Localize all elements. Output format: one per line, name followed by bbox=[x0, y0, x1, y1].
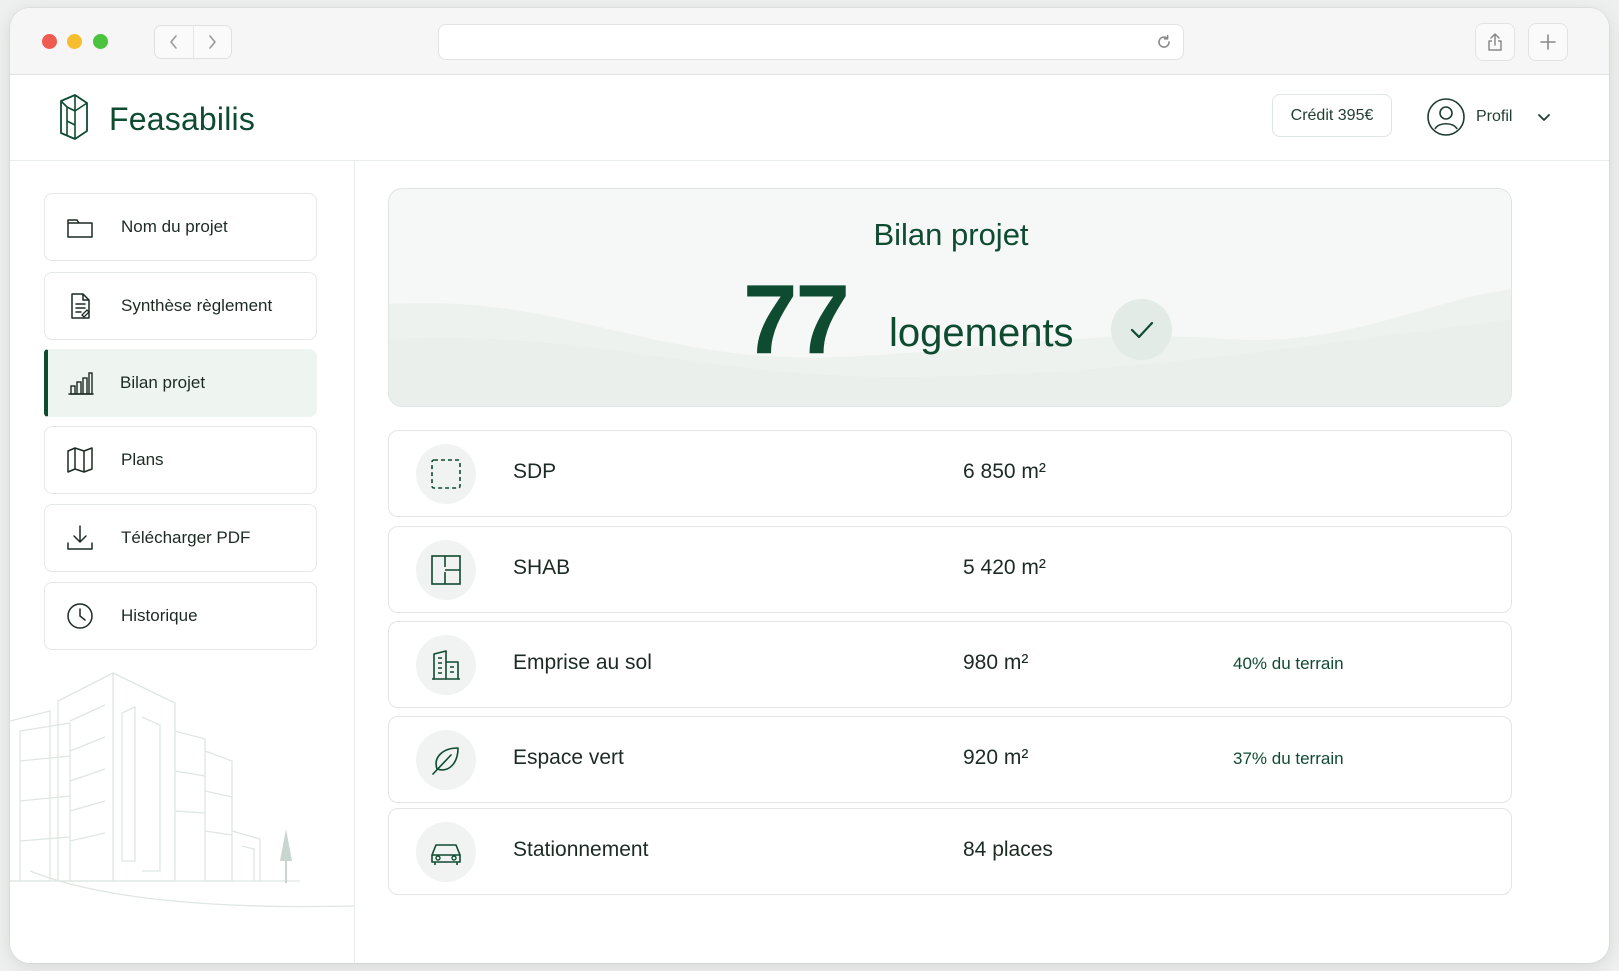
sidebar-item-label: Bilan projet bbox=[120, 373, 206, 392]
bar-chart-icon bbox=[68, 372, 94, 395]
metric-label: Stationnement bbox=[513, 838, 649, 861]
metric-row-emprise-au-sol: Emprise au sol 980 m² 40% du terrain bbox=[388, 621, 1512, 708]
building-icon bbox=[432, 650, 460, 680]
chevron-down-icon bbox=[1538, 114, 1551, 121]
metric-value: 84 places bbox=[963, 838, 1053, 861]
sidebar: Nom du projet Synthèse règlement Bilan p… bbox=[10, 161, 355, 963]
metric-icon-container bbox=[416, 822, 476, 882]
dashed-square-icon bbox=[431, 459, 461, 489]
sidebar-item-label: Historique bbox=[121, 606, 198, 625]
metric-note: 37% du terrain bbox=[1233, 749, 1344, 768]
status-badge bbox=[1111, 299, 1172, 360]
housing-count: 77 bbox=[743, 264, 850, 374]
profile-menu[interactable]: Profil bbox=[1426, 95, 1552, 139]
metric-value: 920 m² bbox=[963, 746, 1029, 769]
chevron-left-icon bbox=[169, 35, 177, 49]
metric-label: Espace vert bbox=[513, 746, 624, 769]
summary-title: Bilan projet bbox=[873, 217, 1029, 252]
profile-label: Profil bbox=[1476, 108, 1513, 125]
metric-label: Emprise au sol bbox=[513, 651, 652, 674]
back-button[interactable] bbox=[155, 26, 193, 58]
leaf-icon bbox=[432, 747, 459, 775]
metric-row-espace-vert: Espace vert 920 m² 37% du terrain bbox=[388, 716, 1512, 803]
metric-icon-container bbox=[416, 635, 476, 695]
check-icon bbox=[1130, 321, 1153, 338]
share-button[interactable] bbox=[1475, 23, 1515, 61]
user-avatar-icon bbox=[1427, 98, 1465, 136]
sidebar-item-label: Télécharger PDF bbox=[121, 528, 251, 547]
close-window-button[interactable] bbox=[42, 34, 57, 49]
sidebar-item-bilan-projet[interactable]: Bilan projet bbox=[44, 349, 317, 417]
folder-icon bbox=[67, 219, 93, 238]
browser-window: Feasabilis Crédit 395€ Profil Nom du pro… bbox=[10, 8, 1609, 963]
address-bar[interactable] bbox=[438, 24, 1184, 60]
logo-icon[interactable] bbox=[53, 91, 93, 143]
city-illustration bbox=[10, 672, 354, 908]
download-icon bbox=[67, 525, 93, 550]
sidebar-item-label: Nom du projet bbox=[121, 217, 228, 236]
clock-icon bbox=[67, 603, 93, 629]
share-icon bbox=[1488, 33, 1502, 51]
sidebar-item-synthese-reglement[interactable]: Synthèse règlement bbox=[44, 272, 317, 340]
reload-icon[interactable] bbox=[1155, 33, 1173, 51]
floorplan-icon bbox=[431, 555, 461, 585]
metric-icon-container bbox=[416, 540, 476, 600]
document-icon bbox=[71, 293, 90, 319]
sidebar-item-telecharger-pdf[interactable]: Télécharger PDF bbox=[44, 504, 317, 572]
minimize-window-button[interactable] bbox=[67, 34, 82, 49]
app-header: Feasabilis Crédit 395€ Profil bbox=[10, 75, 1609, 161]
plus-icon bbox=[1540, 34, 1556, 50]
sidebar-item-label: Plans bbox=[121, 450, 164, 469]
chevron-right-icon bbox=[209, 35, 217, 49]
car-icon bbox=[431, 844, 461, 865]
new-tab-button[interactable] bbox=[1528, 23, 1568, 61]
metric-row-sdp: SDP 6 850 m² bbox=[388, 430, 1512, 517]
brand-name[interactable]: Feasabilis bbox=[109, 101, 255, 138]
sidebar-item-nom-du-projet[interactable]: Nom du projet bbox=[44, 193, 317, 261]
metric-note: 40% du terrain bbox=[1233, 654, 1344, 673]
credit-button[interactable]: Crédit 395€ bbox=[1272, 94, 1392, 137]
sidebar-item-historique[interactable]: Historique bbox=[44, 582, 317, 650]
maximize-window-button[interactable] bbox=[93, 34, 108, 49]
history-nav bbox=[154, 25, 232, 59]
metric-value: 6 850 m² bbox=[963, 460, 1046, 483]
sidebar-item-plans[interactable]: Plans bbox=[44, 426, 317, 494]
browser-toolbar bbox=[10, 8, 1609, 75]
housing-unit: logements bbox=[889, 311, 1074, 355]
metric-icon-container bbox=[416, 730, 476, 790]
project-summary-card: Bilan projet 77 logements bbox=[388, 188, 1512, 407]
map-icon bbox=[67, 447, 93, 473]
metric-icon-container bbox=[416, 444, 476, 504]
forward-button[interactable] bbox=[192, 26, 232, 58]
metric-row-stationnement: Stationnement 84 places bbox=[388, 808, 1512, 895]
metric-label: SDP bbox=[513, 460, 557, 483]
metric-value: 5 420 m² bbox=[963, 556, 1046, 579]
metric-value: 980 m² bbox=[963, 651, 1029, 674]
metric-row-shab: SHAB 5 420 m² bbox=[388, 526, 1512, 613]
metric-label: SHAB bbox=[513, 556, 571, 579]
sidebar-item-label: Synthèse règlement bbox=[121, 296, 273, 315]
